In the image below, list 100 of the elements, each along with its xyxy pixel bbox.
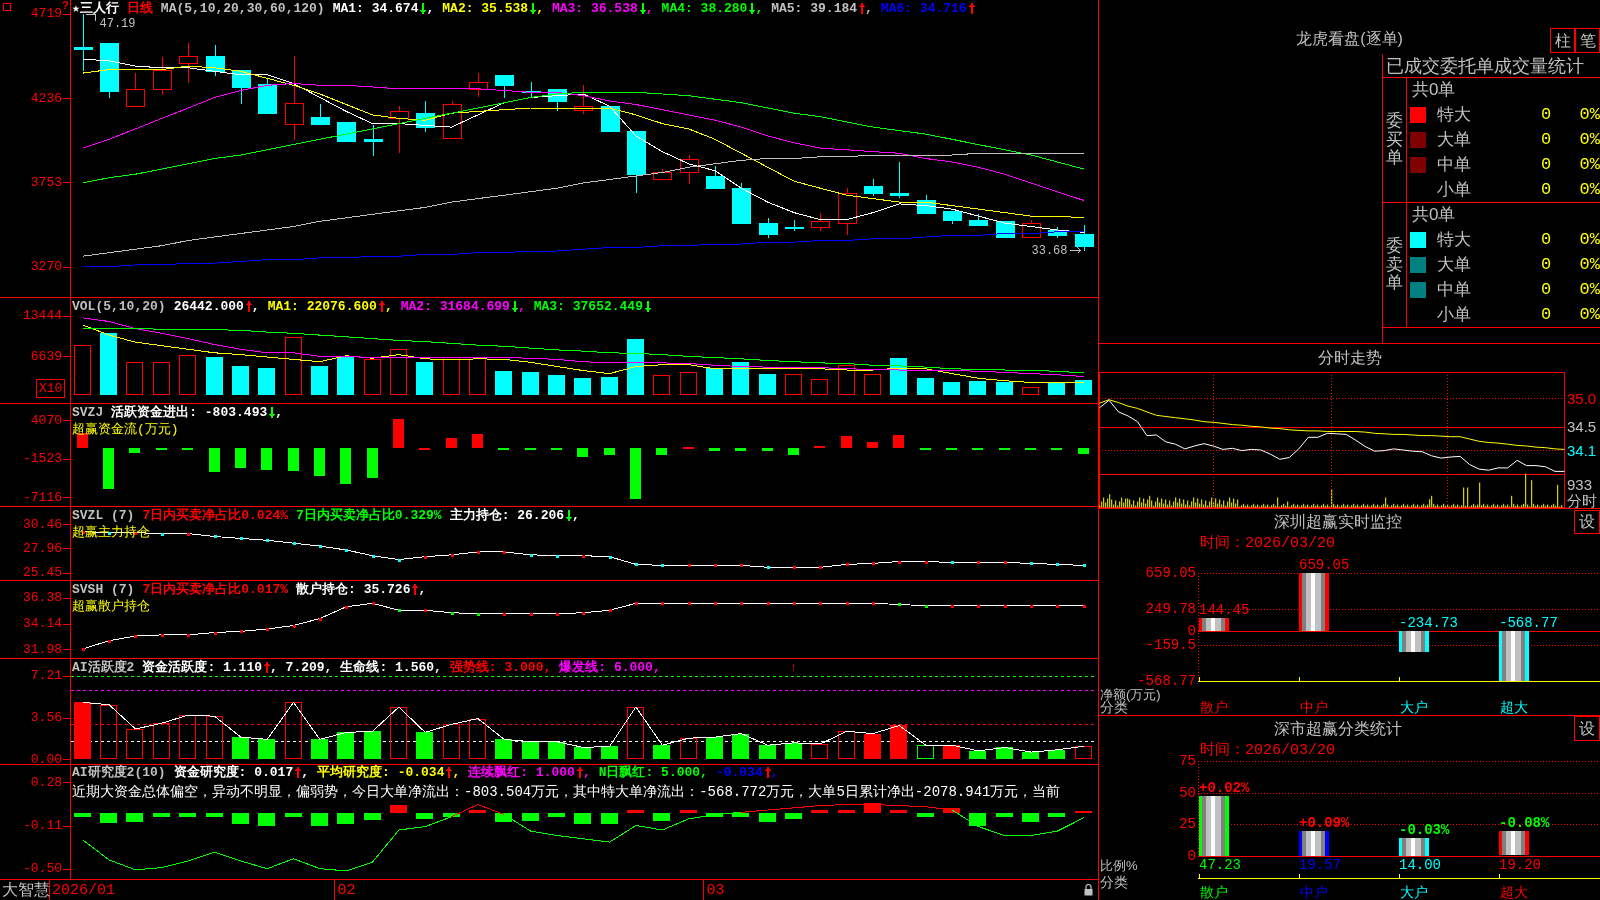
value-label: 19.57 [1299, 857, 1341, 873]
indicator-readout: 7日内买卖净占比0.329% [296, 508, 442, 523]
price-extreme-label: 47.19 [99, 16, 136, 31]
change-label: +0.02% [1199, 780, 1250, 796]
date-axis-label: 02 [337, 881, 356, 899]
category-label: 大户 [1400, 884, 1428, 900]
axis-tick-label: 0 [1187, 847, 1196, 864]
order-total: 共0单 [1412, 205, 1456, 225]
indicator-readout: , [582, 765, 591, 780]
table-title: 已成交委托单成交量统计 [1386, 54, 1584, 77]
order-count: 0 [1539, 104, 1553, 125]
axis-tick-label: 13444 [23, 308, 62, 324]
order-size-label: 特大 [1437, 104, 1471, 125]
indicator-readout: , [452, 765, 461, 780]
order-size-label: 特大 [1437, 229, 1471, 250]
indicator-readout: , [770, 765, 779, 780]
category-label: 中户 [1300, 884, 1328, 900]
order-size-label: 大单 [1437, 254, 1471, 275]
indicator-readout: , [426, 1, 435, 16]
indicator-readout: MA3: 37652.449 [533, 299, 643, 314]
order-count: 0 [1539, 279, 1553, 300]
chart-timestamp: 时间：2026/03/20 [1200, 741, 1335, 759]
category-label: 散户 [1200, 884, 1228, 900]
indicator-subtitle: 超赢散户持仓 [72, 599, 150, 614]
indicator-readout: , [572, 508, 580, 523]
axis-tick-label: 30.46 [23, 516, 62, 532]
indicator-readout: MA1: 34.674 [332, 1, 419, 16]
indicator-readout: AI活跃度2 [72, 660, 135, 675]
axis-tick-label: 50 [1179, 784, 1196, 801]
axis-tick-label: 34.14 [23, 616, 62, 632]
indicator-readout: , [301, 765, 310, 780]
axis-tick-label: -568.77 [1137, 672, 1196, 689]
axis-title: 分类 [1100, 874, 1128, 890]
axis-tick-label: -1523 [23, 451, 62, 467]
indicator-readout: 连续飘红: 1.000 [468, 765, 575, 780]
date-axis-label: 03 [706, 881, 725, 899]
indicator-readout: ★三人行 [72, 1, 119, 16]
indicator-readout: -0.034 [715, 765, 763, 780]
indicator-readout: N日飘红: 5.000, [598, 765, 708, 780]
panel-title: 深市超赢分类统计 [1273, 718, 1402, 739]
axis-tick-label: 4719 [30, 6, 62, 22]
axis-tick-label: 6639 [30, 348, 62, 364]
order-count: 0 [1539, 154, 1553, 175]
chart-mode-label: 分时 [1567, 491, 1597, 509]
axis-volume-label: 933 [1567, 475, 1593, 493]
analysis-note: 近期大资金总体偏空，异动不明显，偏弱势，今日大单净流出：-803.504万元，其中特大单净流出：-568.772万元，大单5日累计净出-2078.941万元，当前 [72, 784, 1061, 801]
axis-tick-label: 659.05 [1145, 564, 1196, 581]
indicator-readout: MA2: 35.538 [442, 1, 529, 16]
axis-tick-label: 34.5 [1567, 418, 1597, 436]
indicator-readout: MA1: 22076.600 [267, 299, 377, 314]
indicator-readout: MA4: 38.280 [661, 1, 748, 16]
axis-tick-label: 3753 [30, 174, 62, 190]
indicator-readout: 主力持仓: 26.206 [449, 508, 565, 523]
order-size-label: 中单 [1437, 154, 1471, 175]
order-percent: 0% [1578, 254, 1600, 275]
order-percent: 0% [1578, 179, 1600, 200]
indicator-readout: SVZL (7) [72, 508, 135, 523]
indicator-readout: MA6: 34.716 [880, 1, 967, 16]
date-axis-label: 2026/01 [52, 881, 115, 899]
change-label: -0.08% [1499, 815, 1550, 831]
indicator-readout: AI研究度2(10) [72, 765, 166, 780]
order-count: 0 [1539, 254, 1553, 275]
value-label: -234.73 [1399, 614, 1458, 631]
axis-tick-label: 25.45 [23, 565, 62, 581]
order-percent: 0% [1578, 229, 1600, 250]
value-label: 47.23 [1199, 857, 1241, 873]
brand-name: 大智慧 [2, 880, 50, 900]
axis-tick-label: 4070 [30, 412, 62, 428]
group-label: 委买单 [1386, 111, 1403, 169]
axis-tick-label: 31.98 [23, 641, 62, 657]
indicator-readout: 爆发线: 6.000, [559, 660, 661, 675]
axis-tick-label: 35.0 [1567, 389, 1597, 407]
indicator-readout: 活跃资金进出: -803.493 [111, 405, 268, 420]
panel-title: 深圳超赢实时监控 [1273, 512, 1402, 532]
value-label: 659.05 [1299, 557, 1350, 573]
indicator-readout: MA2: 31684.699 [400, 299, 510, 314]
indicator-readout: 生命线: 1.560, [340, 660, 442, 675]
chart-timestamp: 时间：2026/03/20 [1200, 535, 1335, 552]
indicator-readout: SVSH (7) [72, 582, 135, 597]
indicator-readout: , [251, 299, 260, 314]
scale-factor-label: X10 [36, 379, 66, 398]
value-label: 14.00 [1399, 857, 1441, 873]
change-label: -0.03% [1399, 822, 1450, 838]
axis-tick-label: 249.78 [1145, 600, 1196, 617]
category-label: 大户 [1400, 699, 1428, 715]
indicator-readout: 日线 [126, 1, 153, 16]
group-label: 委卖单 [1386, 236, 1403, 294]
axis-tick-label: -159.5 [1145, 636, 1196, 653]
order-percent: 0% [1578, 279, 1600, 300]
axis-tick-label: -0.11 [23, 818, 62, 834]
axis-tick-label: 7.21 [30, 668, 62, 684]
indicator-readout: MA(5,10,20,30,60,120) [160, 1, 325, 16]
axis-tick-label: 3270 [30, 259, 62, 275]
order-count: 0 [1539, 304, 1553, 325]
axis-tick-label: 0 [1187, 622, 1196, 639]
indicator-readout: , [645, 1, 654, 16]
indicator-readout: , [517, 299, 526, 314]
indicator-readout: SVZJ [72, 405, 104, 420]
order-count: 0 [1539, 179, 1553, 200]
panel-title: 龙虎看盘(逐单) [1296, 29, 1403, 49]
